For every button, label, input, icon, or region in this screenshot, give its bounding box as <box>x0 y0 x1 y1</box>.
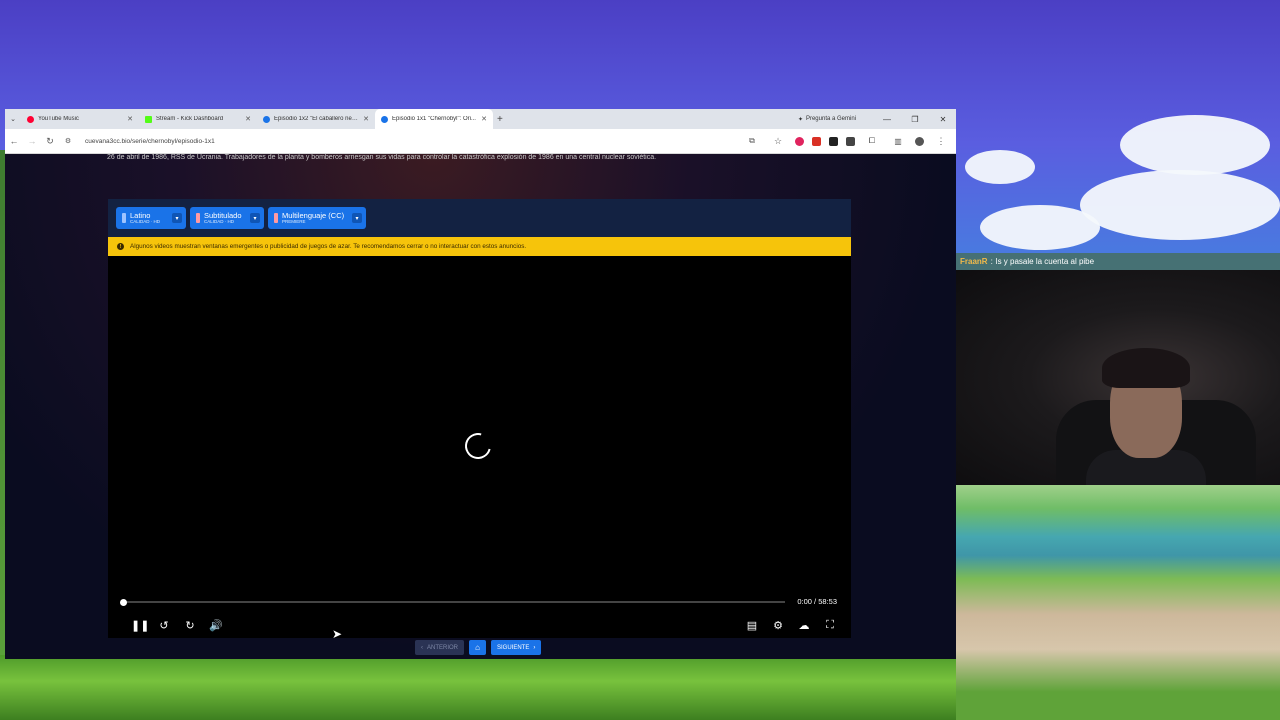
video-player[interactable]: 0:00 / 58:53 ❚❚ ↺ ↻ 🔊 ▤ ⚙ ☁ ⛶ <box>108 256 851 638</box>
cuevana-icon <box>263 115 270 123</box>
close-tab-icon[interactable]: ✕ <box>127 115 133 123</box>
window-controls: ✦ Pregunta a Gemini — ❐ ✕ <box>798 109 956 129</box>
close-tab-icon[interactable]: ✕ <box>363 115 369 123</box>
stream-background-scene <box>956 485 1280 720</box>
volume-icon[interactable]: 🔊 <box>209 619 223 632</box>
side-panel-icon[interactable]: ▥ <box>889 137 907 146</box>
reload-icon[interactable]: ↻ <box>41 136 59 147</box>
restore-button[interactable]: ❐ <box>908 115 922 124</box>
pause-icon[interactable]: ❚❚ <box>131 619 149 632</box>
server-selector: Latino CALIDAD · HD ▾ Subtitulado CALIDA… <box>108 199 851 237</box>
tab-youtube-music[interactable]: YouTube Music ✕ <box>21 109 139 129</box>
gemini-label: Pregunta a Gemini <box>805 116 856 122</box>
chevron-left-icon: ‹ <box>421 644 423 651</box>
tab-title: YouTube Music <box>38 116 79 122</box>
menu-icon[interactable]: ⋮ <box>932 136 950 147</box>
chat-message: FraanR : ls y pasale la cuenta al pibe <box>956 253 1280 270</box>
server-subtitulado-button[interactable]: Subtitulado CALIDAD · HD ▾ <box>190 207 264 229</box>
ad-warning-banner: ! Algunos videos muestran ventanas emerg… <box>108 237 851 256</box>
warning-text: Algunos videos muestran ventanas emergen… <box>130 243 527 250</box>
gemini-icon: ✦ <box>797 116 803 123</box>
home-icon: ⌂ <box>475 643 480 652</box>
chevron-down-icon[interactable]: ▾ <box>250 213 260 223</box>
loading-spinner-icon <box>460 428 496 464</box>
page-content: 26 de abril de 1986, RSS de Ucrania. Tra… <box>5 154 956 659</box>
server-multilenguaje-button[interactable]: Multilenguaje (CC) PREMIERE ▾ <box>268 207 366 229</box>
next-episode-button[interactable]: SIGUIENTE › <box>491 640 542 655</box>
chevron-down-icon[interactable]: ▾ <box>172 213 182 223</box>
tab-title: Episodio 1x2 "El caballero negr... <box>274 116 360 122</box>
chevron-down-icon[interactable]: ▾ <box>352 213 362 223</box>
flag-icon <box>122 213 126 223</box>
seek-bar[interactable] <box>120 598 785 606</box>
previous-label: ANTERIOR <box>427 644 459 651</box>
time-display: 0:00 / 58:53 <box>797 597 837 606</box>
rewind-10-icon[interactable]: ↺ <box>157 619 171 632</box>
server-label: Subtitulado CALIDAD · HD <box>204 211 242 225</box>
server-quality: CALIDAD · HD <box>130 218 161 224</box>
browser-toolbar: ← → ↻ ⚙ cuevana3cc.bio/serie/chernobyl/e… <box>5 129 956 154</box>
extension-shield-icon[interactable] <box>795 136 804 146</box>
cloud <box>980 205 1100 250</box>
forward-icon[interactable]: → <box>23 136 41 146</box>
tab-episodio-1x1[interactable]: Episodio 1x1 "Chernobyl": Ori... ✕ <box>375 109 493 129</box>
new-tab-button[interactable]: + <box>497 114 503 125</box>
back-icon[interactable]: ← <box>5 136 23 146</box>
server-quality: PREMIERE <box>282 218 306 224</box>
extension-dark-icon[interactable] <box>829 136 838 146</box>
cloud <box>1080 170 1280 240</box>
mouse-cursor-icon: ➤ <box>332 627 343 641</box>
kick-icon <box>145 115 152 123</box>
close-tab-icon[interactable]: ✕ <box>481 115 487 123</box>
tab-episodio-1x2[interactable]: Episodio 1x2 "El caballero negr... ✕ <box>257 109 375 129</box>
close-window-button[interactable]: ✕ <box>936 115 950 124</box>
browser-window: ⌄ YouTube Music ✕ Stream - Kick Dashboar… <box>5 109 956 659</box>
extension-square-icon[interactable] <box>846 136 855 146</box>
site-info-icon[interactable]: ⚙ <box>59 137 77 145</box>
install-app-icon[interactable]: ⧉ <box>743 136 761 146</box>
fullscreen-icon[interactable]: ⛶ <box>823 619 837 632</box>
cloud <box>965 150 1035 184</box>
youtube-music-icon <box>27 115 34 123</box>
tab-title: Stream - Kick Dashboard <box>156 116 224 122</box>
chat-separator: : <box>990 257 993 266</box>
subtitles-icon[interactable]: ▤ <box>745 619 759 632</box>
forward-10-icon[interactable]: ↻ <box>183 619 197 632</box>
server-latino-button[interactable]: Latino CALIDAD · HD ▾ <box>116 207 186 229</box>
extension-red-icon[interactable] <box>812 136 821 146</box>
episode-description: 26 de abril de 1986, RSS de Ucrania. Tra… <box>107 154 657 161</box>
tab-strip: ⌄ YouTube Music ✕ Stream - Kick Dashboar… <box>5 109 956 129</box>
cloud-icon[interactable]: ☁ <box>797 619 811 632</box>
bookmark-star-icon[interactable]: ☆ <box>769 136 787 147</box>
server-label: Latino CALIDAD · HD <box>130 211 161 225</box>
episode-navigation: ‹ ANTERIOR ⌂ SIGUIENTE › <box>415 640 542 655</box>
next-label: SIGUIENTE <box>497 644 530 651</box>
extensions-puzzle-icon[interactable]: ⧠ <box>863 136 881 146</box>
settings-gear-icon[interactable]: ⚙ <box>771 619 785 632</box>
profile-avatar[interactable] <box>915 136 924 146</box>
chat-username: FraanR <box>960 257 988 266</box>
tab-title: Episodio 1x1 "Chernobyl": Ori... <box>392 116 476 122</box>
chat-text: ls y pasale la cuenta al pibe <box>995 257 1095 266</box>
chevron-right-icon: › <box>533 644 536 651</box>
toolbar-actions: ⧉ ☆ ⧠ ▥ ⋮ <box>743 129 950 153</box>
webcam-feed <box>956 270 1280 485</box>
cloud <box>1120 115 1270 175</box>
streamer-hair <box>1102 348 1190 388</box>
home-button[interactable]: ⌂ <box>469 640 487 655</box>
minimize-button[interactable]: — <box>880 115 894 124</box>
flag-icon <box>196 213 200 223</box>
server-quality: CALIDAD · HD <box>204 218 235 224</box>
address-bar[interactable]: cuevana3cc.bio/serie/chernobyl/episodio-… <box>85 138 215 145</box>
tab-kick-dashboard[interactable]: Stream - Kick Dashboard ✕ <box>139 109 257 129</box>
server-label: Multilenguaje (CC) PREMIERE <box>282 211 344 225</box>
previous-episode-button[interactable]: ‹ ANTERIOR <box>415 640 465 655</box>
tab-search-icon[interactable]: ⌄ <box>5 115 21 123</box>
cuevana-icon <box>381 115 388 123</box>
seek-handle[interactable] <box>120 598 127 606</box>
flag-icon <box>274 213 278 223</box>
gemini-button[interactable]: ✦ Pregunta a Gemini <box>798 116 856 123</box>
warning-icon: ! <box>117 243 124 250</box>
close-tab-icon[interactable]: ✕ <box>245 115 251 123</box>
